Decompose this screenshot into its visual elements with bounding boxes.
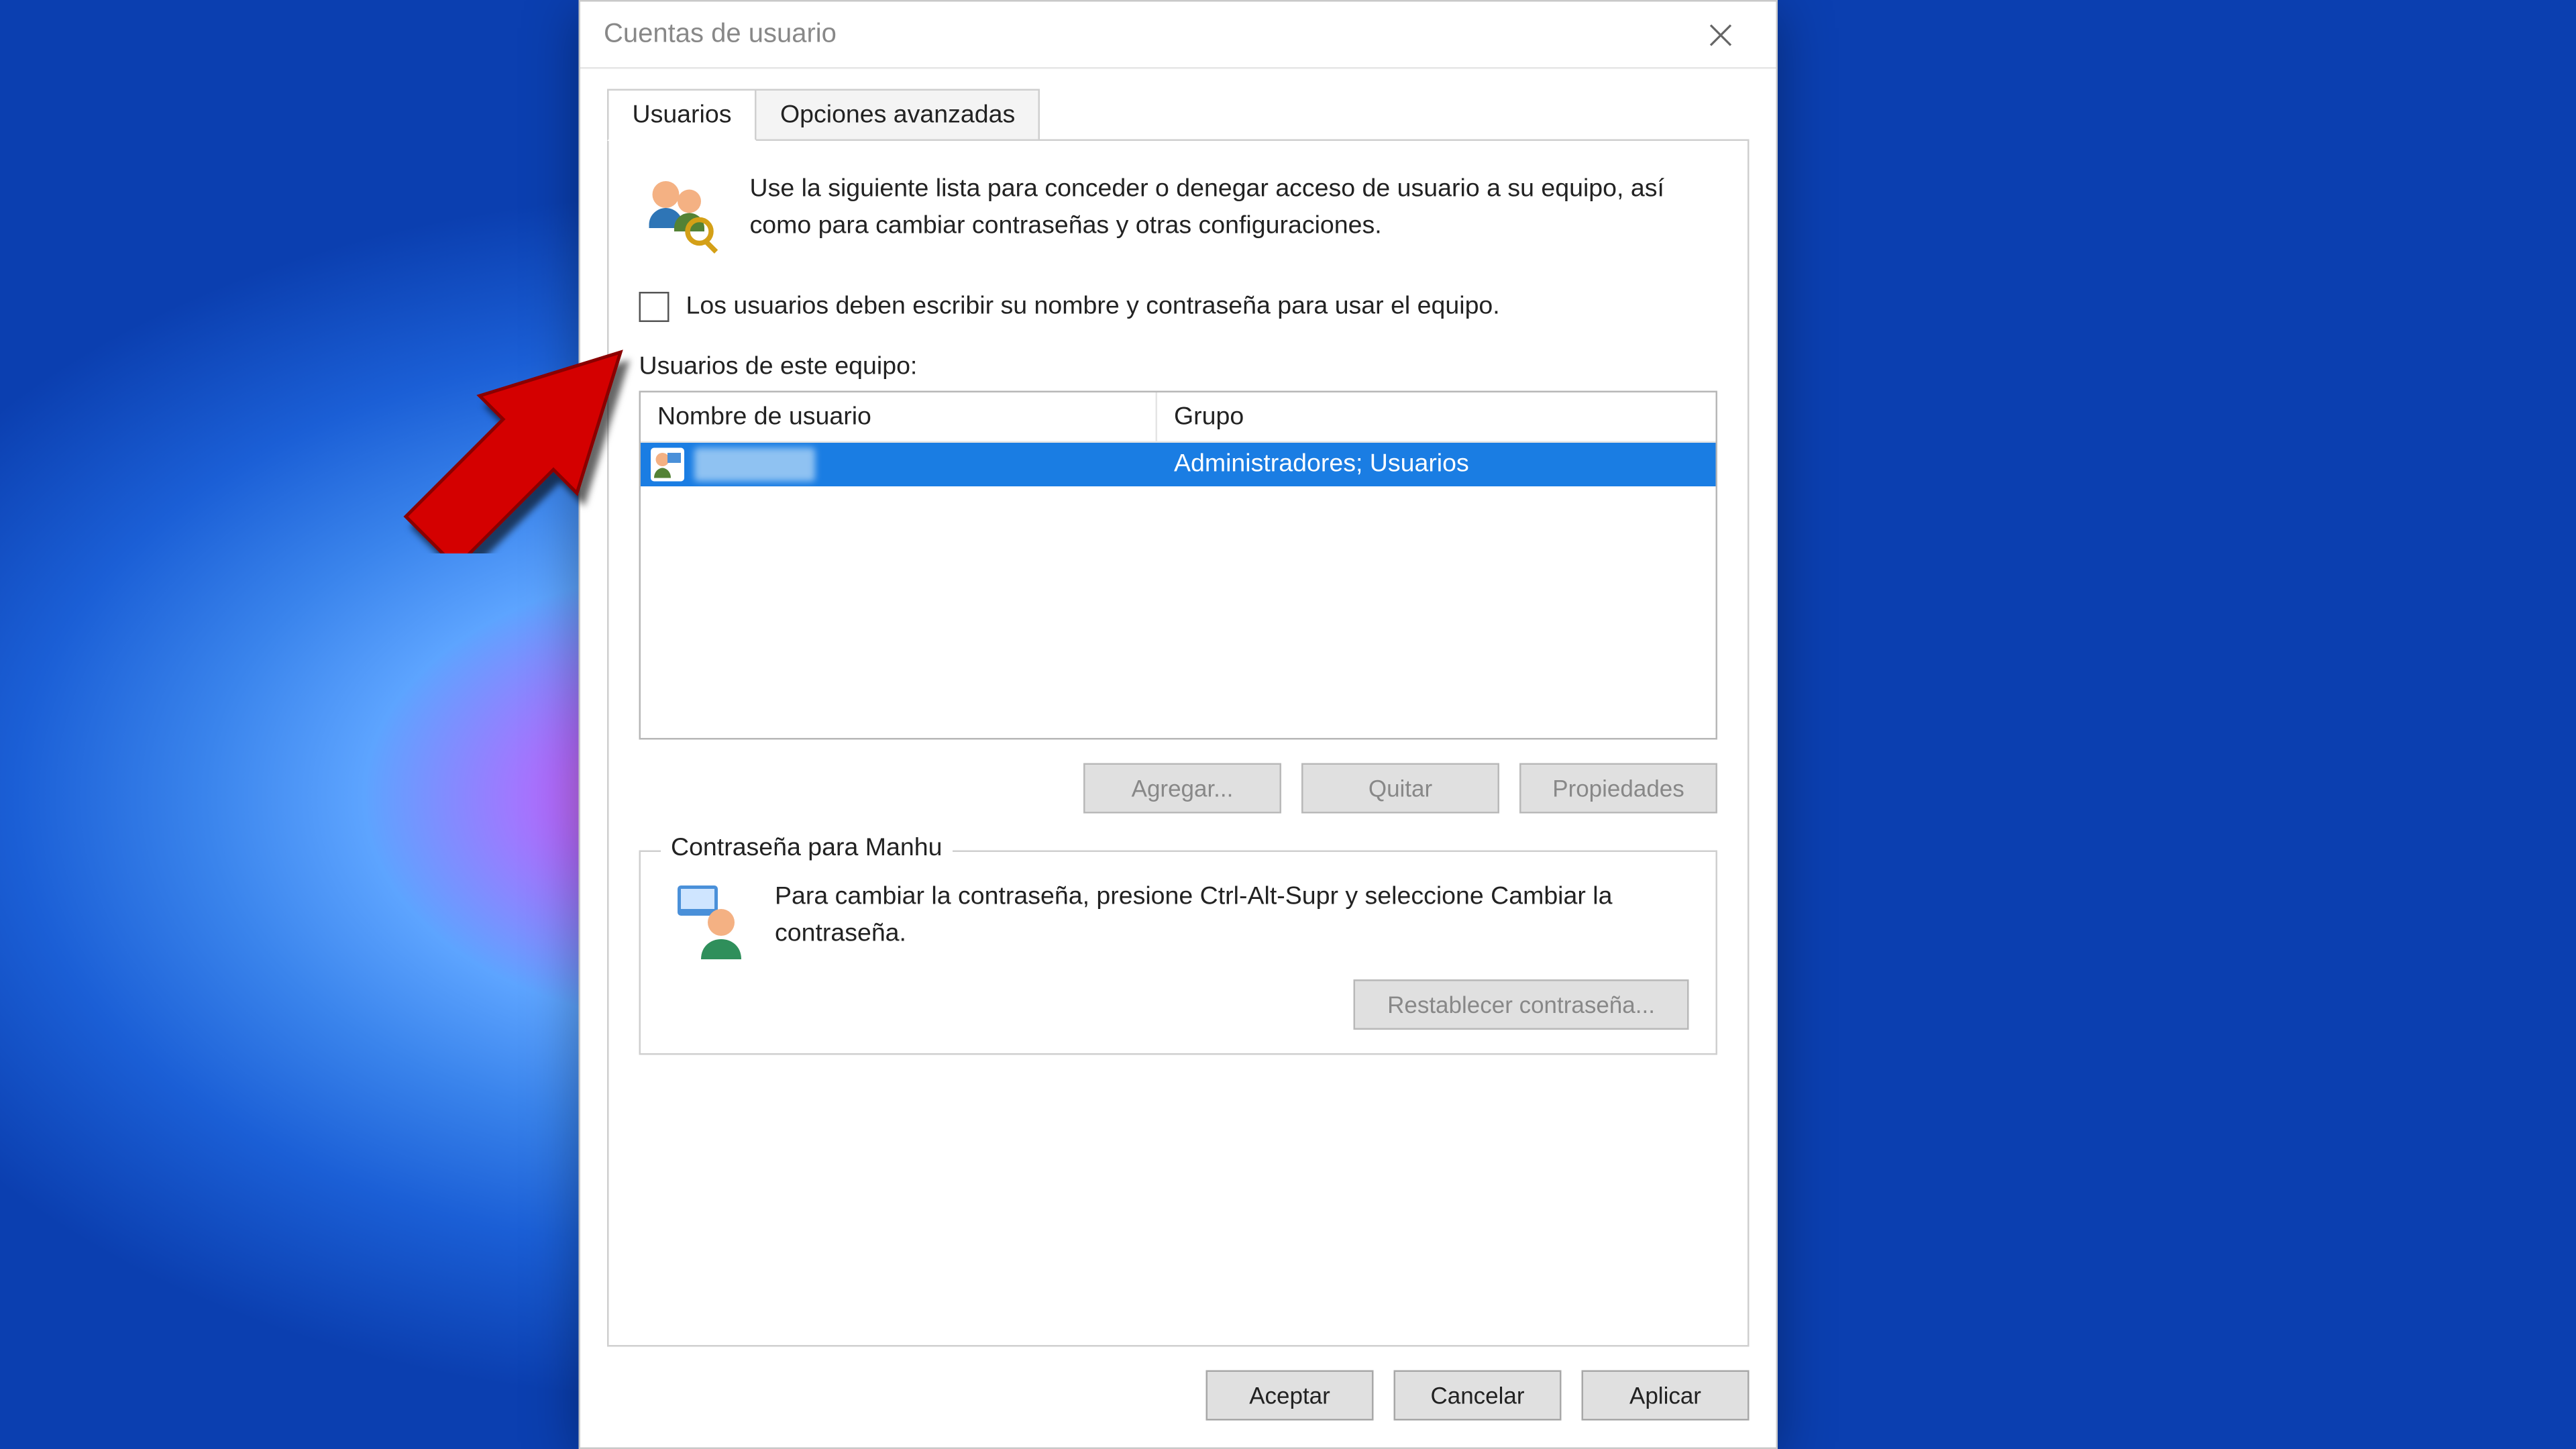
intro-row: Use la siguiente lista para conceder o d… [639,171,1718,258]
column-username[interactable]: Nombre de usuario [641,392,1157,441]
cancel-button[interactable]: Cancelar [1394,1371,1562,1421]
table-row[interactable]: Administradores; Usuarios [641,442,1716,486]
intro-text: Use la siguiente lista para conceder o d… [750,171,1718,258]
password-button-row: Restablecer contraseña... [667,979,1689,1029]
ok-button[interactable]: Aceptar [1206,1371,1374,1421]
password-text: Para cambiar la contraseña, presione Ctr… [775,878,1689,962]
close-icon [1709,23,1733,46]
reset-password-button[interactable]: Restablecer contraseña... [1354,979,1689,1029]
remove-button[interactable]: Quitar [1301,763,1499,813]
password-user-icon [667,878,751,962]
tab-strip: Usuarios Opciones avanzadas [607,89,1750,142]
cell-username [641,442,1157,486]
require-login-checkbox[interactable] [639,292,669,322]
require-login-label: Los usuarios deben escribir su nombre y … [686,288,1500,325]
user-buttons-row: Agregar... Quitar Propiedades [639,763,1718,813]
apply-button[interactable]: Aplicar [1582,1371,1750,1421]
close-button[interactable] [1682,1,1760,68]
require-login-row: Los usuarios deben escribir su nombre y … [639,288,1718,325]
cell-group: Administradores; Usuarios [1157,442,1716,486]
window-title: Cuentas de usuario [604,19,1682,50]
list-header: Nombre de usuario Grupo [641,392,1716,442]
dialog-footer: Aceptar Cancelar Aplicar [580,1347,1776,1448]
users-key-icon [639,171,727,258]
tab-advanced[interactable]: Opciones avanzadas [757,89,1040,142]
list-body: Administradores; Usuarios [641,442,1716,737]
tab-panel-users: Use la siguiente lista para conceder o d… [607,140,1750,1347]
titlebar: Cuentas de usuario [580,2,1776,69]
username-redacted [694,447,815,481]
add-button[interactable]: Agregar... [1083,763,1281,813]
column-group[interactable]: Grupo [1157,392,1716,441]
password-group-title: Contraseña para Manhu [661,833,952,862]
user-icon [651,447,684,481]
password-row: Para cambiar la contraseña, presione Ctr… [667,878,1689,962]
tab-users[interactable]: Usuarios [607,89,757,142]
password-groupbox: Contraseña para Manhu Para cambiar la co… [639,850,1718,1055]
properties-button[interactable]: Propiedades [1519,763,1717,813]
dialog-body: Usuarios Opciones avanzadas [580,69,1776,1347]
users-list-label: Usuarios de este equipo: [639,352,1718,380]
users-list[interactable]: Nombre de usuario Grupo [639,390,1718,739]
user-accounts-dialog: Cuentas de usuario Usuarios Opciones ava… [579,0,1778,1449]
